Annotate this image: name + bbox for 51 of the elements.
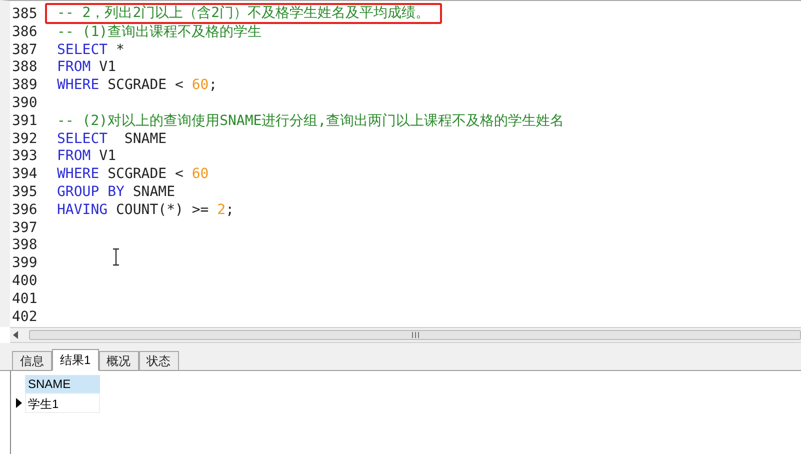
code-text: V1: [98, 59, 116, 78]
line-number: 391: [12, 112, 38, 131]
scroll-left-icon[interactable]: [13, 331, 19, 339]
sql-keyword: GROUP BY: [57, 184, 124, 202]
code-text: *: [115, 42, 124, 60]
code-comment: -- 2，列出2门以上（含2门）不及格学生姓名及平均成绩。: [57, 4, 430, 22]
code-text: SNAME: [132, 184, 176, 202]
line-number: 387: [12, 42, 38, 60]
sql-keyword: FROM: [57, 59, 91, 78]
sql-keyword: WHERE: [57, 166, 100, 184]
tab[interactable]: 信息: [12, 351, 52, 370]
sql-keyword: SELECT: [57, 42, 108, 60]
code-text: COUNT(*) >=: [115, 202, 210, 220]
tab[interactable]: 状态: [138, 351, 179, 370]
line-number: 395: [12, 184, 38, 202]
column-header[interactable]: SNAME: [25, 375, 100, 393]
line-number: 401: [12, 290, 38, 309]
number-literal: 60: [192, 166, 209, 184]
tab[interactable]: 结果1: [52, 349, 99, 371]
code-comment: -- (1)查询出课程不及格的学生: [57, 24, 262, 42]
tab[interactable]: 概况: [98, 351, 139, 370]
sql-keyword: WHERE: [57, 77, 100, 95]
code-text: ;: [208, 77, 218, 95]
line-number: 392: [12, 130, 38, 148]
text-cursor-icon: [112, 248, 120, 266]
number-literal: 2: [217, 202, 226, 220]
line-number: 389: [12, 77, 38, 95]
line-number: 399: [12, 255, 38, 273]
line-number: 398: [12, 237, 38, 256]
code-text: V1: [98, 148, 116, 166]
line-number: 397: [12, 220, 38, 238]
line-number: 388: [12, 59, 38, 78]
number-literal: 60: [192, 77, 209, 95]
line-number: 402: [12, 308, 38, 326]
line-number: 400: [12, 272, 38, 291]
table-cell: 学生1: [25, 393, 100, 413]
sql-keyword: HAVING: [57, 202, 108, 220]
code-comment: -- (2)对以上的查询使用SNAME进行分组,查询出两门以上课程不及格的学生姓名: [57, 112, 564, 131]
code-text: SCGRADE <: [106, 166, 184, 184]
code-text: SCGRADE <: [106, 77, 184, 95]
line-number: 393: [12, 148, 38, 166]
grip-icon: [412, 332, 418, 338]
sql-keyword: FROM: [57, 148, 91, 166]
line-number: 390: [12, 94, 38, 113]
sql-keyword: SELECT: [57, 130, 108, 148]
line-number: 386: [12, 24, 38, 42]
code-text: SNAME: [123, 130, 167, 148]
code-text: ;: [226, 202, 234, 220]
line-number: 396: [12, 202, 38, 220]
line-number: 385: [12, 6, 38, 24]
line-number: 394: [12, 166, 38, 184]
